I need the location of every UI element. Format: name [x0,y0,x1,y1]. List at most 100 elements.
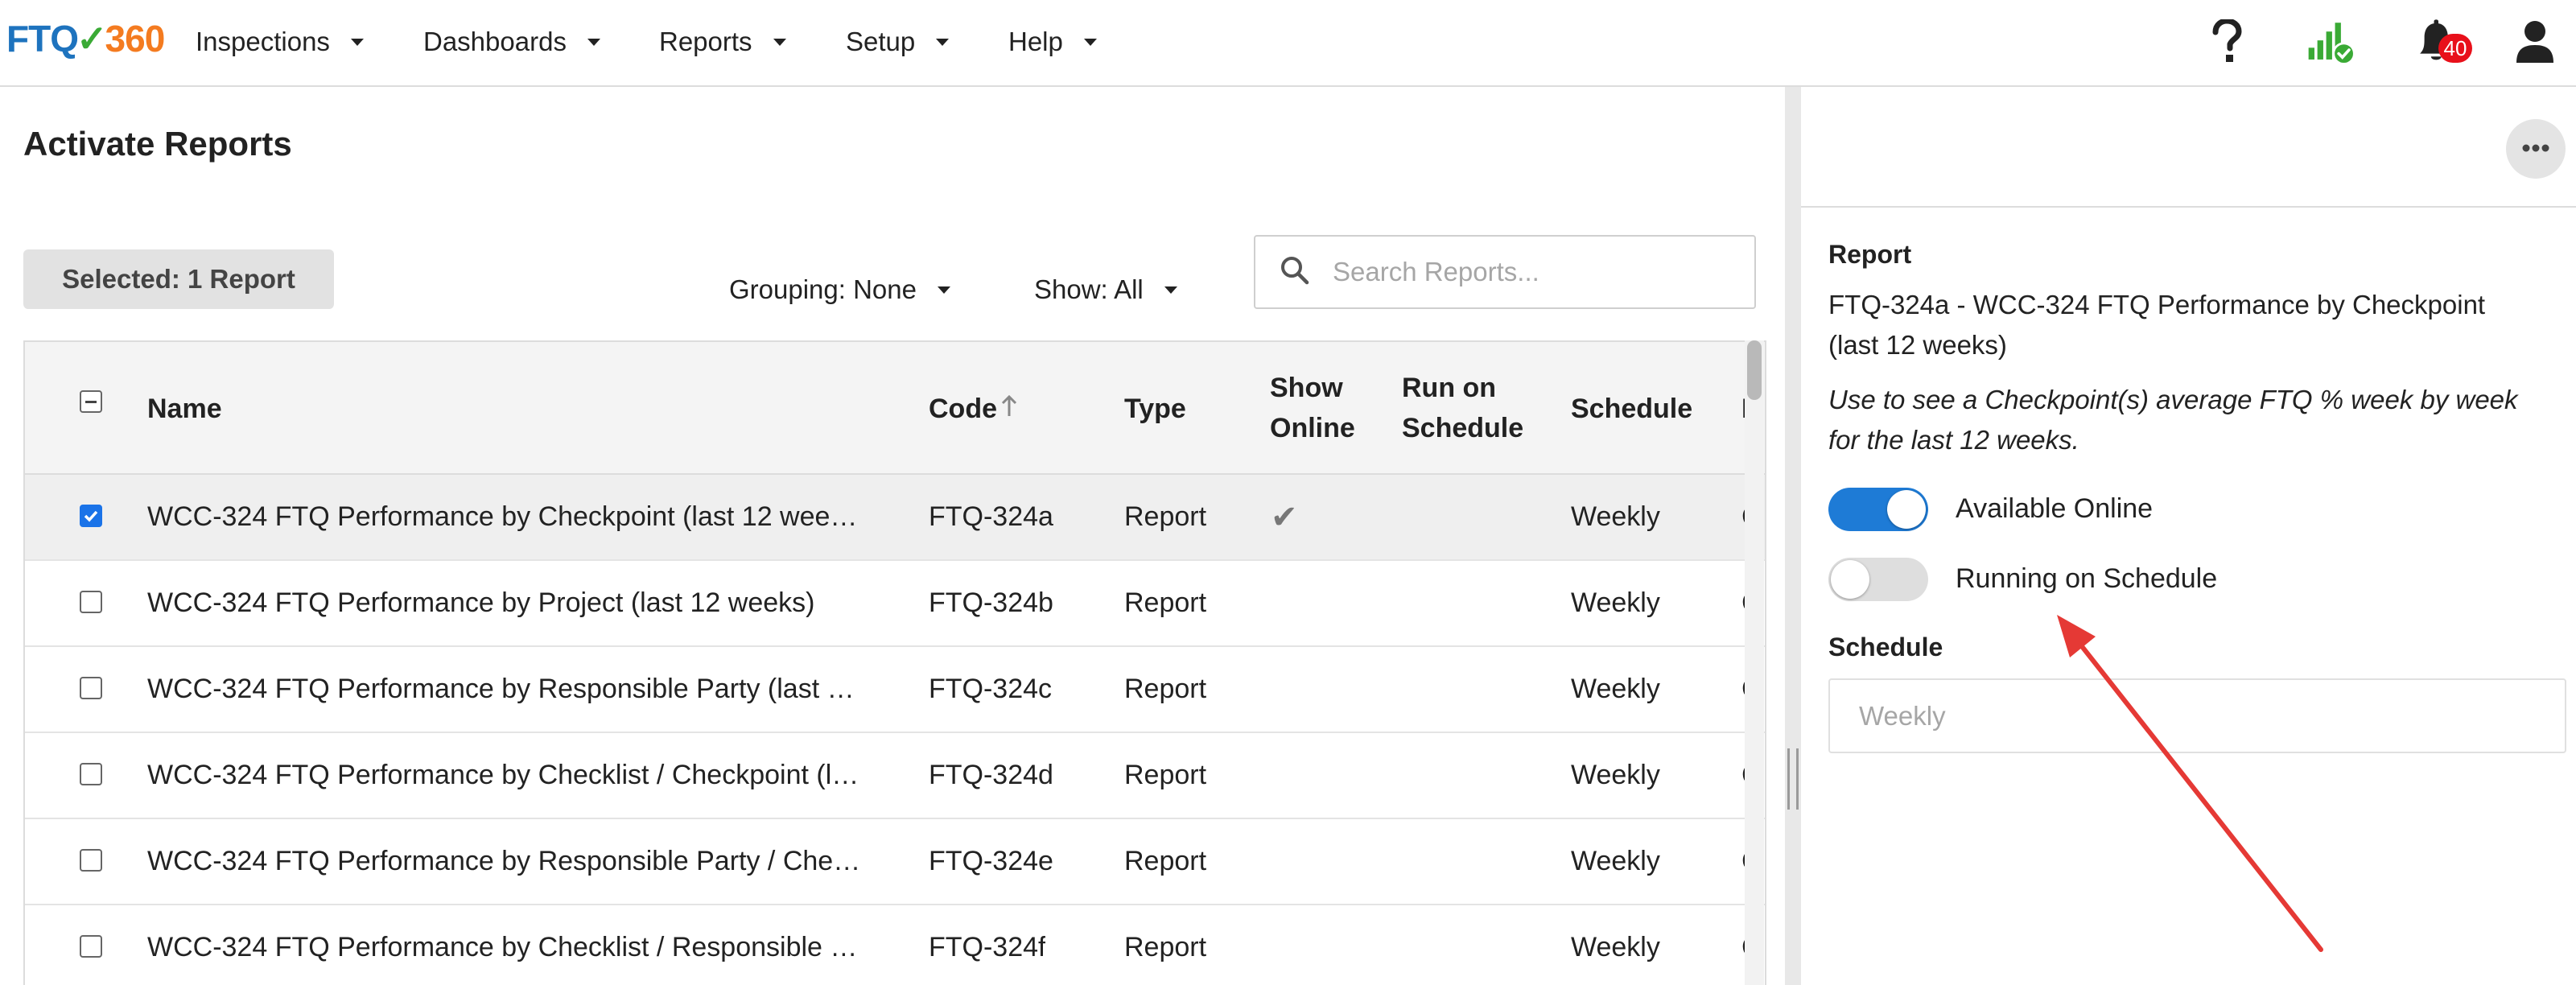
table-row[interactable]: WCC-324 FTQ Performance by Checklist / C… [25,733,1765,819]
column-header-schedule[interactable]: Schedule [1571,389,1692,429]
row-code: FTQ-324c [929,674,1053,704]
row-code: FTQ-324b [929,587,1053,618]
row-checkbox[interactable] [80,849,102,872]
notification-count: 40 [2443,35,2467,60]
row-checkbox[interactable] [80,677,102,699]
question-icon[interactable] [2201,16,2252,68]
table-row[interactable]: WCC-324 FTQ Performance by Project (last… [25,561,1765,647]
logo-check-mark: ✓ [76,18,108,60]
chevron-down-icon [587,38,600,46]
panel-divider [1801,206,2576,208]
row-type: Report [1124,846,1207,876]
row-schedule: Weekly [1571,587,1660,618]
nav-dashboards-menu[interactable]: Dashboards [423,24,600,60]
table-row[interactable]: WCC-324 FTQ Performance by Responsible P… [25,819,1765,905]
page-title: Activate Reports [23,125,292,163]
running-on-schedule-toggle[interactable] [1828,558,1928,601]
running-on-schedule-label: Running on Schedule [1956,563,2218,594]
row-checkbox[interactable] [80,505,102,527]
table-row[interactable]: WCC-324 FTQ Performance by Responsible P… [25,647,1765,733]
nav-setup-menu[interactable]: Setup [846,24,950,60]
schedule-field[interactable] [1828,678,2566,753]
splitter-grip-handle[interactable] [1787,748,1799,810]
nav-inspections-menu[interactable]: Inspections [196,24,364,60]
chevron-down-icon [773,38,786,46]
row-code: FTQ-324f [929,932,1046,962]
select-all-checkbox[interactable] [80,390,102,413]
available-online-label: Available Online [1956,493,2154,524]
row-checkbox[interactable] [80,591,102,613]
table-row[interactable]: WCC-324 FTQ Performance by Checklist / R… [25,905,1765,985]
nav-help-menu[interactable]: Help [1008,24,1097,60]
nav-dashboards-label: Dashboards [423,27,567,56]
column-header-code-label: Code [929,394,997,424]
logo-text-ftq: FTQ [6,18,79,60]
report-description-line1: Use to see a Checkpoint(s) average FTQ %… [1828,385,2518,414]
nav-help-label: Help [1008,27,1063,56]
column-header-show-online-line2: Online [1270,413,1355,443]
report-title-line2: (last 12 weeks) [1828,330,2007,360]
available-online-toggle[interactable] [1828,488,1928,531]
row-checkbox[interactable] [80,935,102,958]
report-title-line1: FTQ-324a - WCC-324 FTQ Performance by Ch… [1828,290,2486,319]
bell-icon[interactable]: 40 [2413,16,2472,68]
selected-reports-button[interactable]: Selected: 1 Report [23,249,334,309]
signal-strength-icon[interactable] [2306,16,2357,68]
row-code: FTQ-324a [929,501,1053,532]
nav-setup-label: Setup [846,27,916,56]
row-name: WCC-324 FTQ Performance by Checklist / R… [147,932,858,962]
logo-text-360: 360 [105,18,166,60]
search-reports-input[interactable] [1333,257,1751,287]
column-header-name[interactable]: Name [147,389,222,429]
chevron-down-icon [936,38,950,46]
row-schedule: Weekly [1571,846,1660,876]
row-schedule: Weekly [1571,932,1660,962]
column-header-run-on-schedule[interactable]: Run on Schedule [1402,368,1523,448]
nav-reports-label: Reports [659,27,752,56]
reports-table: Name Code Type Show Online Run on Schedu… [23,340,1766,985]
row-code: FTQ-324e [929,846,1053,876]
row-schedule: Weekly [1571,674,1660,704]
report-description-line2: for the last 12 weeks. [1828,425,2079,455]
show-filter-dropdown[interactable]: Show: All [1034,272,1177,307]
sort-ascending-icon [1000,389,1018,429]
user-icon[interactable] [2509,16,2561,68]
row-name: WCC-324 FTQ Performance by Project (last… [147,587,815,618]
column-header-code[interactable]: Code [929,389,1018,429]
table-scrollbar[interactable] [1745,340,1764,985]
schedule-section-label: Schedule [1828,633,1943,661]
row-name: WCC-324 FTQ Performance by Responsible P… [147,846,861,876]
chevron-down-icon [350,38,364,46]
column-header-run-on-schedule-line2: Schedule [1402,413,1524,443]
row-name: WCC-324 FTQ Performance by Checklist / C… [147,760,859,790]
ftq360-logo[interactable]: FTQ ✓ 360 [6,16,166,61]
grouping-dropdown-label: Grouping: None [729,274,917,304]
chevron-down-icon [937,286,950,294]
column-header-show-online-line1: Show [1270,373,1343,403]
row-checkbox[interactable] [80,763,102,785]
column-header-run-on-schedule-line1: Run on [1402,373,1497,403]
more-options-button[interactable] [2506,119,2566,179]
table-row[interactable]: WCC-324 FTQ Performance by Checkpoint (l… [25,475,1765,561]
notification-count-badge: 40 [2438,34,2472,63]
row-type: Report [1124,760,1207,790]
nav-reports-menu[interactable]: Reports [659,24,786,60]
row-type: Report [1124,501,1207,532]
column-header-show-online[interactable]: Show Online [1270,368,1355,448]
row-name: WCC-324 FTQ Performance by Responsible P… [147,674,855,704]
search-box [1254,235,1756,309]
row-code: FTQ-324d [929,760,1053,790]
nav-inspections-label: Inspections [196,27,330,56]
grouping-dropdown[interactable]: Grouping: None [729,272,950,307]
panel-splitter[interactable] [1785,87,1801,985]
report-description: Use to see a Checkpoint(s) average FTQ %… [1828,380,2569,460]
chevron-down-icon [1083,38,1097,46]
show-online-check-icon: ✔ [1271,499,1298,535]
chevron-down-icon [1164,286,1177,294]
column-header-type[interactable]: Type [1124,389,1186,429]
row-type: Report [1124,587,1207,618]
table-header-row: Name Code Type Show Online Run on Schedu… [25,342,1765,475]
selected-reports-label: Selected: 1 Report [62,264,295,294]
table-scrollbar-thumb[interactable] [1747,340,1762,400]
search-icon [1280,255,1310,290]
